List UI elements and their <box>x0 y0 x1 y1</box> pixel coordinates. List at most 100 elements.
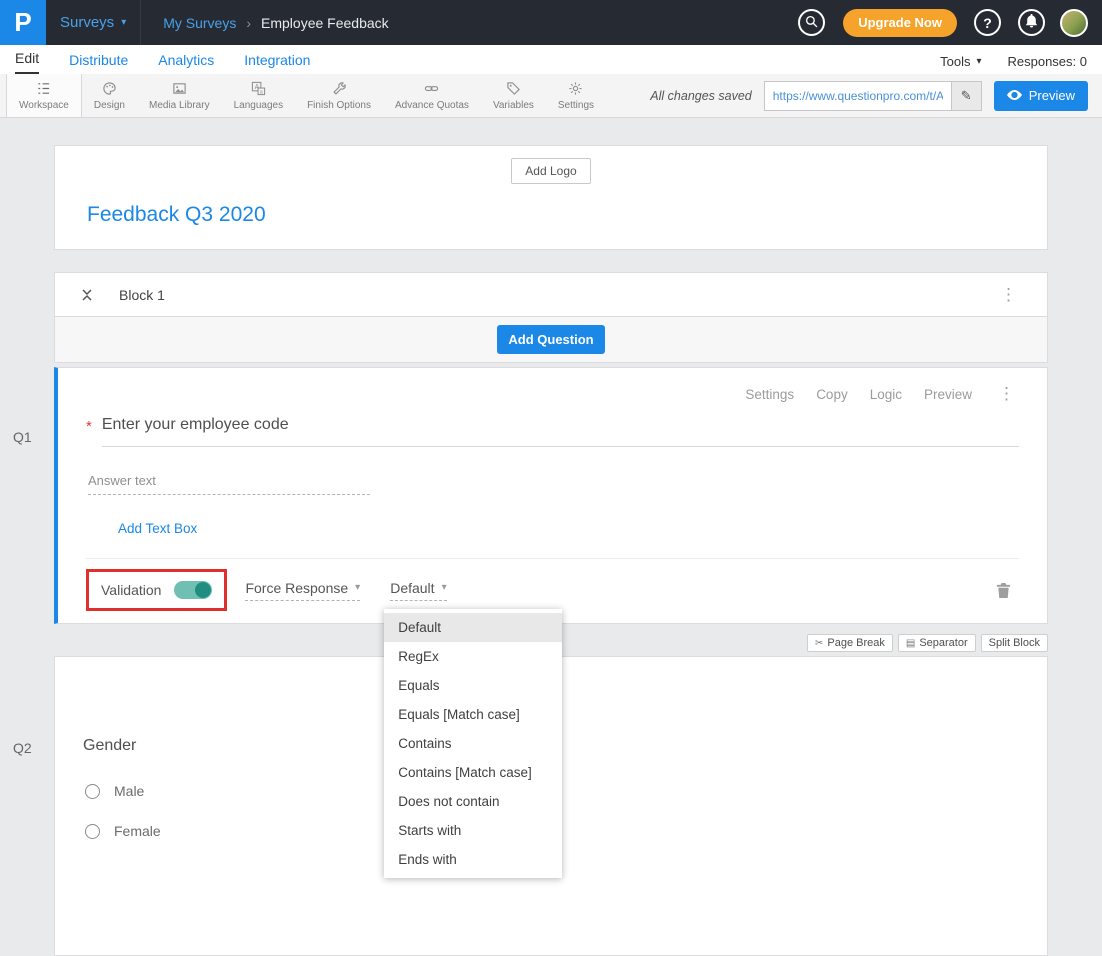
add-logo-button[interactable]: Add Logo <box>511 158 590 184</box>
separator-label: Separator <box>919 637 967 649</box>
product-menu-label: Surveys <box>60 14 114 31</box>
toolbar-item-advance-quotas[interactable]: Advance Quotas <box>383 74 481 117</box>
bell-icon <box>1025 14 1038 31</box>
add-question-button[interactable]: Add Question <box>497 325 604 354</box>
question-preview-action[interactable]: Preview <box>924 387 972 402</box>
validation-highlight-annotation: Validation <box>86 569 227 611</box>
caret-down-icon: ▾ <box>976 57 981 67</box>
palette-icon <box>102 81 117 97</box>
toolbar-item-languages[interactable]: Aa Languages <box>222 74 296 117</box>
tab-distribute[interactable]: Distribute <box>69 52 128 74</box>
toolbar-item-label: Media Library <box>149 100 210 111</box>
editor-toolbar: Workspace Design Media Library Aa Langua… <box>0 74 1102 118</box>
toolbar-item-design[interactable]: Design <box>82 74 137 117</box>
toolbar-item-workspace[interactable]: Workspace <box>6 74 82 117</box>
saved-status: All changes saved <box>650 89 751 103</box>
search-icon <box>805 15 818 31</box>
caret-down-icon: ▾ <box>121 18 126 28</box>
separator-icon: ▤ <box>906 638 915 649</box>
breadcrumb: My Surveys › Employee Feedback <box>163 15 388 31</box>
toolbar-item-label: Finish Options <box>307 100 371 111</box>
block-title: Block 1 <box>119 287 165 303</box>
page-break-button[interactable]: ✂ Page Break <box>807 634 893 652</box>
edit-url-button[interactable]: ✎ <box>951 82 981 110</box>
delete-question-button[interactable] <box>996 582 1011 599</box>
dropdown-option-regex[interactable]: RegEx <box>384 642 562 671</box>
radio-option-label: Female <box>114 823 161 839</box>
link-icon <box>424 81 439 97</box>
dropdown-option-starts-with[interactable]: Starts with <box>384 816 562 845</box>
question-settings-action[interactable]: Settings <box>745 387 794 402</box>
answer-text-field[interactable]: Answer text <box>88 473 370 495</box>
dropdown-option-ends-with[interactable]: Ends with <box>384 845 562 874</box>
translate-icon: Aa <box>251 81 266 97</box>
logo-letter: P <box>14 7 31 38</box>
validation-type-value: Default <box>390 580 434 596</box>
validation-toggle[interactable] <box>174 581 212 599</box>
toolbar-item-label: Settings <box>558 100 594 111</box>
force-response-select[interactable]: Force Response ▾ <box>245 580 360 601</box>
user-avatar[interactable] <box>1060 9 1088 37</box>
upgrade-now-button[interactable]: Upgrade Now <box>843 9 957 37</box>
tab-analytics[interactable]: Analytics <box>158 52 214 74</box>
toolbar-right: All changes saved ✎ Preview <box>650 74 1096 117</box>
breadcrumb-my-surveys[interactable]: My Surveys <box>163 15 236 31</box>
caret-down-icon: ▾ <box>355 582 360 593</box>
radio-button-icon[interactable] <box>85 784 100 799</box>
wrench-icon <box>332 81 347 97</box>
dropdown-option-equals-match-case[interactable]: Equals [Match case] <box>384 700 562 729</box>
questionpro-logo[interactable]: P <box>0 0 46 45</box>
radio-option-label: Male <box>114 783 144 799</box>
toolbar-item-finish-options[interactable]: Finish Options <box>295 74 383 117</box>
separator-button[interactable]: ▤ Separator <box>898 634 976 652</box>
help-button[interactable]: ? <box>974 9 1001 36</box>
toolbar-item-media-library[interactable]: Media Library <box>137 74 222 117</box>
dropdown-option-does-not-contain[interactable]: Does not contain <box>384 787 562 816</box>
caret-down-icon: ▾ <box>442 582 447 593</box>
top-bar: P Surveys ▾ My Surveys › Employee Feedba… <box>0 0 1102 45</box>
toolbar-item-label: Design <box>94 100 125 111</box>
workspace-icon <box>36 81 51 97</box>
validation-type-select[interactable]: Default ▾ <box>390 580 446 601</box>
toolbar-item-label: Variables <box>493 100 534 111</box>
dropdown-option-contains-match-case[interactable]: Contains [Match case] <box>384 758 562 787</box>
search-button[interactable] <box>798 9 825 36</box>
collapse-icon <box>81 287 93 303</box>
add-text-box-link[interactable]: Add Text Box <box>118 521 197 536</box>
help-icon: ? <box>983 15 992 31</box>
split-block-label: Split Block <box>989 637 1040 649</box>
dropdown-option-contains[interactable]: Contains <box>384 729 562 758</box>
toolbar-item-variables[interactable]: Variables <box>481 74 546 117</box>
required-marker: * <box>86 416 92 447</box>
survey-tab-bar: Edit Distribute Analytics Integration To… <box>0 45 1102 74</box>
question-logic-action[interactable]: Logic <box>870 387 902 402</box>
question-1-card: Settings Copy Logic Preview ⋮ * Enter yo… <box>54 367 1048 624</box>
notifications-button[interactable] <box>1018 9 1045 36</box>
preview-button[interactable]: Preview <box>994 81 1088 111</box>
toolbar-item-settings[interactable]: Settings <box>546 74 606 117</box>
survey-url-input[interactable] <box>765 82 951 110</box>
tools-menu[interactable]: Tools ▾ <box>940 54 981 69</box>
dropdown-option-default[interactable]: Default <box>384 613 562 642</box>
tab-edit[interactable]: Edit <box>15 50 39 74</box>
question-1-wrapper: Q1 Settings Copy Logic Preview ⋮ * Enter… <box>54 367 1048 624</box>
surveys-product-menu[interactable]: Surveys ▾ <box>46 14 140 31</box>
block-menu-button[interactable]: ⋮ <box>996 285 1021 305</box>
scissors-icon: ✂ <box>815 638 823 649</box>
dropdown-option-equals[interactable]: Equals <box>384 671 562 700</box>
split-block-button[interactable]: Split Block <box>981 634 1048 652</box>
validation-row: Validation Force Response ▾ Default ▾ De… <box>86 558 1019 623</box>
question-copy-action[interactable]: Copy <box>816 387 848 402</box>
toolbar-item-label: Advance Quotas <box>395 100 469 111</box>
block-collapse-button[interactable] <box>81 287 93 303</box>
question-menu-button[interactable]: ⋮ <box>994 384 1019 404</box>
tab-integration[interactable]: Integration <box>244 52 310 74</box>
question-text-field[interactable]: Enter your employee code <box>102 416 1019 447</box>
survey-title[interactable]: Feedback Q3 2020 <box>87 203 1047 227</box>
validation-label: Validation <box>101 582 161 598</box>
survey-header-card: Add Logo Feedback Q3 2020 <box>54 145 1048 250</box>
toolbar-item-label: Workspace <box>19 100 69 111</box>
radio-button-icon[interactable] <box>85 824 100 839</box>
validation-type-dropdown: Default RegEx Equals Equals [Match case]… <box>384 609 562 878</box>
toolbar-item-label: Languages <box>234 100 284 111</box>
